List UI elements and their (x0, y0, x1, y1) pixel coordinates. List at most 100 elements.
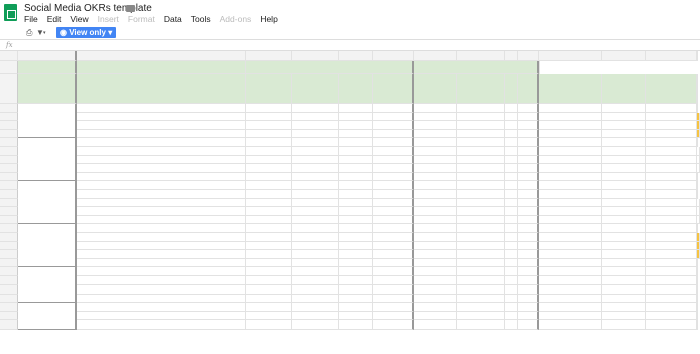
value-cell[interactable] (414, 155, 457, 165)
empty-cell[interactable] (414, 284, 457, 295)
empty-cell[interactable] (373, 284, 414, 295)
value-cell[interactable] (414, 233, 457, 242)
value-cell[interactable] (602, 215, 646, 225)
empty-cell[interactable] (457, 303, 505, 312)
value-cell[interactable] (292, 147, 339, 156)
empty-cell[interactable] (77, 181, 246, 190)
value-cell[interactable] (373, 164, 414, 173)
value-cell[interactable] (457, 155, 505, 165)
value-cell[interactable] (292, 215, 339, 225)
sheets-logo-icon[interactable] (4, 4, 17, 21)
value-cell[interactable] (646, 121, 697, 130)
empty-cell[interactable] (539, 303, 602, 312)
empty-cell[interactable] (646, 284, 697, 295)
empty-cell[interactable] (77, 190, 246, 199)
value-cell[interactable] (457, 198, 505, 208)
value-cell[interactable] (339, 147, 373, 156)
empty-cell[interactable] (457, 294, 505, 304)
value-cell[interactable] (505, 147, 518, 156)
value-cell[interactable] (292, 112, 339, 122)
empty-cell[interactable] (697, 267, 698, 276)
empty-cell[interactable] (292, 181, 339, 190)
value-cell[interactable] (414, 250, 457, 259)
empty-cell[interactable] (246, 138, 292, 147)
row-header-25[interactable] (0, 294, 18, 304)
objective-cell[interactable] (18, 224, 77, 268)
value-cell[interactable] (505, 121, 518, 130)
key-result-cell[interactable] (77, 155, 246, 165)
empty-cell[interactable] (246, 320, 292, 331)
empty-cell[interactable] (339, 303, 373, 312)
empty-cell[interactable] (646, 224, 697, 233)
empty-cell[interactable] (414, 276, 457, 285)
key-result-cell[interactable] (77, 129, 246, 139)
empty-cell[interactable] (505, 320, 518, 331)
value-cell[interactable] (246, 155, 292, 165)
empty-cell[interactable] (505, 190, 518, 199)
value-cell[interactable] (246, 164, 292, 173)
value-cell[interactable] (457, 241, 505, 251)
empty-cell[interactable] (602, 294, 646, 304)
row-header-23[interactable] (0, 276, 18, 285)
empty-cell[interactable] (246, 172, 292, 182)
empty-cell[interactable] (539, 104, 602, 113)
value-cell[interactable] (373, 112, 414, 122)
value-cell[interactable] (373, 147, 414, 156)
value-cell[interactable] (505, 207, 518, 216)
empty-cell[interactable] (292, 224, 339, 233)
value-cell[interactable] (339, 250, 373, 259)
value-cell[interactable] (373, 129, 414, 139)
value-cell[interactable] (518, 198, 539, 208)
group-header[interactable] (414, 61, 539, 74)
value-cell[interactable] (505, 241, 518, 251)
value-cell[interactable] (414, 129, 457, 139)
value-cell[interactable] (505, 215, 518, 225)
value-cell[interactable] (246, 147, 292, 156)
menu-item-file[interactable]: File (24, 14, 38, 26)
value-cell[interactable] (539, 121, 602, 130)
empty-cell[interactable] (646, 104, 697, 113)
empty-cell[interactable] (505, 303, 518, 312)
view-only-button[interactable]: ◉ View only ▾ (56, 27, 117, 38)
empty-cell[interactable] (646, 258, 697, 268)
empty-cell[interactable] (339, 224, 373, 233)
row-header-7[interactable] (0, 138, 18, 147)
value-cell[interactable] (505, 155, 518, 165)
empty-cell[interactable] (339, 181, 373, 190)
empty-cell[interactable] (539, 138, 602, 147)
value-cell[interactable] (602, 121, 646, 130)
empty-cell[interactable] (539, 181, 602, 190)
empty-cell[interactable] (697, 303, 698, 312)
select-all-corner[interactable] (0, 51, 18, 61)
group-header[interactable] (539, 61, 540, 74)
value-cell[interactable] (505, 129, 518, 139)
value-cell[interactable] (246, 207, 292, 216)
value-cell[interactable] (292, 233, 339, 242)
empty-cell[interactable] (246, 181, 292, 190)
empty-cell[interactable] (697, 320, 698, 331)
objective-cell[interactable] (18, 181, 77, 225)
column-header-g[interactable] (414, 51, 457, 61)
value-cell[interactable] (602, 112, 646, 122)
value-cell[interactable] (646, 207, 697, 216)
empty-cell[interactable] (697, 276, 698, 285)
empty-cell[interactable] (505, 258, 518, 268)
column-header-d[interactable] (292, 51, 339, 61)
empty-cell[interactable] (339, 311, 373, 321)
empty-cell[interactable] (457, 138, 505, 147)
value-cell[interactable] (539, 207, 602, 216)
value-cell[interactable] (339, 112, 373, 122)
value-cell[interactable] (518, 129, 539, 139)
metric-column-header[interactable] (697, 74, 698, 104)
empty-cell[interactable] (373, 258, 414, 268)
column-header-b[interactable] (77, 51, 246, 61)
empty-cell[interactable] (518, 284, 539, 295)
value-cell[interactable] (539, 250, 602, 259)
value-cell[interactable] (373, 241, 414, 251)
empty-cell[interactable] (697, 190, 698, 199)
empty-cell[interactable] (457, 258, 505, 268)
value-cell[interactable] (292, 198, 339, 208)
empty-cell[interactable] (414, 138, 457, 147)
row-header-22[interactable] (0, 267, 18, 276)
metric-column-header[interactable] (339, 74, 373, 104)
